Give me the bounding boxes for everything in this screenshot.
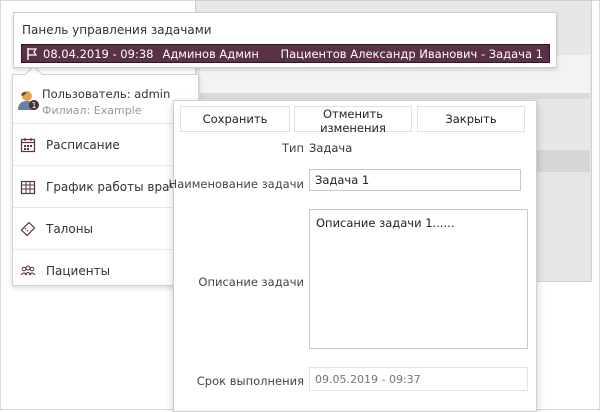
due-date-input[interactable] bbox=[309, 367, 528, 391]
task-management-panel: Панель управления задачами 08.04.2019 - … bbox=[13, 12, 557, 68]
user-info[interactable]: 1 Пользователь: admin Филиал: Example bbox=[13, 83, 198, 124]
task-name-input[interactable] bbox=[309, 169, 521, 191]
task-date: 08.04.2019 - 09:38 bbox=[43, 46, 154, 61]
task-patient-title: Пациентов Александр Иванович - Задача 1 bbox=[280, 46, 543, 61]
close-button[interactable]: Закрыть bbox=[417, 106, 525, 132]
due-date-label: Срок выполнения bbox=[196, 374, 304, 388]
background-table-row bbox=[530, 150, 590, 172]
task-description-label: Описание задачи bbox=[198, 275, 304, 289]
nav-item-label: Пациенты bbox=[46, 263, 111, 278]
user-name: Пользователь: admin bbox=[42, 87, 171, 101]
nav-item-schedule[interactable]: Расписание bbox=[13, 124, 198, 166]
avatar-badge-count: 1 bbox=[31, 101, 36, 110]
nav-item-label: Талоны bbox=[46, 221, 94, 236]
schedule-grid-icon bbox=[20, 180, 36, 194]
nav-item-tickets[interactable]: Талоны bbox=[13, 208, 198, 250]
people-icon bbox=[20, 264, 36, 275]
task-author: Админов Админ bbox=[162, 46, 259, 61]
task-editor-dialog: Сохранить Отменить изменения Закрыть Тип… bbox=[169, 100, 537, 412]
user-branch: Филиал: Example bbox=[42, 104, 142, 117]
ticket-icon bbox=[20, 221, 36, 236]
type-label: Тип bbox=[281, 141, 304, 155]
nav-item-label: Расписание bbox=[46, 137, 120, 152]
task-list-item[interactable]: 08.04.2019 - 09:38 Админов Админ Пациент… bbox=[21, 44, 550, 63]
user-avatar-icon: 1 bbox=[18, 91, 39, 110]
task-panel-title: Панель управления задачами bbox=[22, 23, 212, 37]
task-description-textarea[interactable]: Описание задачи 1...... bbox=[309, 209, 528, 349]
background-band bbox=[200, 93, 590, 99]
flag-icon bbox=[27, 47, 38, 60]
cancel-changes-button[interactable]: Отменить изменения bbox=[294, 106, 412, 135]
save-button[interactable]: Сохранить bbox=[180, 106, 290, 132]
nav-item-patients[interactable]: Пациенты bbox=[13, 250, 198, 291]
calendar-icon bbox=[20, 137, 36, 152]
task-name-label: Наименование задачи bbox=[168, 177, 304, 191]
type-value: Задача bbox=[309, 141, 353, 155]
